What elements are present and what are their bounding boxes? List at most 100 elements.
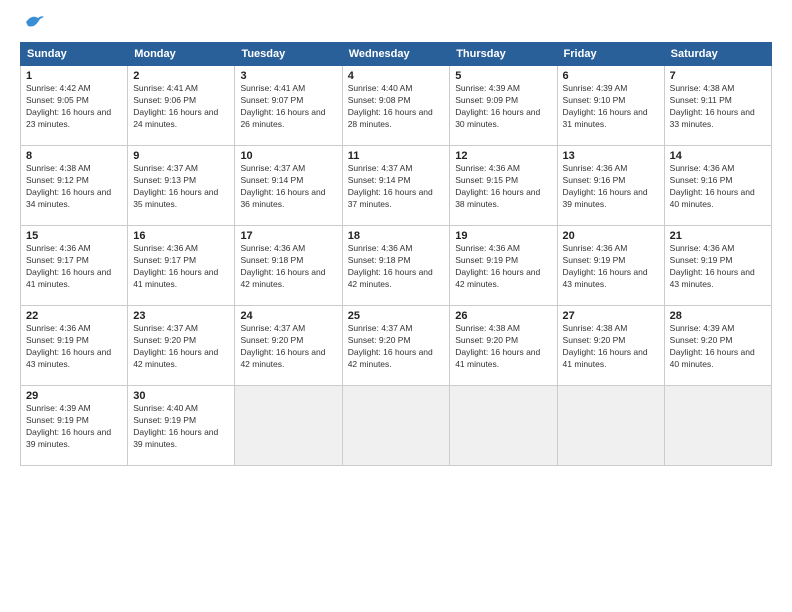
day-info: Sunrise: 4:36 AMSunset: 9:16 PMDaylight:… (563, 163, 648, 209)
calendar-cell: 19Sunrise: 4:36 AMSunset: 9:19 PMDayligh… (450, 226, 557, 306)
day-number: 26 (455, 310, 551, 322)
calendar-cell: 9Sunrise: 4:37 AMSunset: 9:13 PMDaylight… (128, 146, 235, 226)
day-info: Sunrise: 4:38 AMSunset: 9:12 PMDaylight:… (26, 163, 111, 209)
calendar-cell: 21Sunrise: 4:36 AMSunset: 9:19 PMDayligh… (664, 226, 771, 306)
day-info: Sunrise: 4:37 AMSunset: 9:20 PMDaylight:… (133, 323, 218, 369)
calendar-week-2: 15Sunrise: 4:36 AMSunset: 9:17 PMDayligh… (21, 226, 772, 306)
day-info: Sunrise: 4:36 AMSunset: 9:18 PMDaylight:… (348, 243, 433, 289)
calendar-table: SundayMondayTuesdayWednesdayThursdayFrid… (20, 42, 772, 466)
day-number: 7 (670, 70, 766, 82)
day-info: Sunrise: 4:39 AMSunset: 9:19 PMDaylight:… (26, 403, 111, 449)
calendar-cell: 23Sunrise: 4:37 AMSunset: 9:20 PMDayligh… (128, 306, 235, 386)
day-info: Sunrise: 4:36 AMSunset: 9:16 PMDaylight:… (670, 163, 755, 209)
calendar-cell: 3Sunrise: 4:41 AMSunset: 9:07 PMDaylight… (235, 66, 342, 146)
header (20, 16, 772, 32)
day-number: 16 (133, 230, 229, 242)
day-number: 20 (563, 230, 659, 242)
day-number: 15 (26, 230, 122, 242)
calendar-cell (557, 386, 664, 466)
day-number: 12 (455, 150, 551, 162)
calendar-header-row: SundayMondayTuesdayWednesdayThursdayFrid… (21, 43, 772, 66)
calendar-week-4: 29Sunrise: 4:39 AMSunset: 9:19 PMDayligh… (21, 386, 772, 466)
calendar-header-sunday: Sunday (21, 43, 128, 66)
day-info: Sunrise: 4:36 AMSunset: 9:18 PMDaylight:… (240, 243, 325, 289)
calendar-cell: 17Sunrise: 4:36 AMSunset: 9:18 PMDayligh… (235, 226, 342, 306)
calendar-header-friday: Friday (557, 43, 664, 66)
calendar-cell: 1Sunrise: 4:42 AMSunset: 9:05 PMDaylight… (21, 66, 128, 146)
day-number: 9 (133, 150, 229, 162)
day-number: 25 (348, 310, 445, 322)
day-number: 3 (240, 70, 336, 82)
calendar-cell: 22Sunrise: 4:36 AMSunset: 9:19 PMDayligh… (21, 306, 128, 386)
calendar-cell: 6Sunrise: 4:39 AMSunset: 9:10 PMDaylight… (557, 66, 664, 146)
calendar-cell: 10Sunrise: 4:37 AMSunset: 9:14 PMDayligh… (235, 146, 342, 226)
day-info: Sunrise: 4:39 AMSunset: 9:10 PMDaylight:… (563, 83, 648, 129)
calendar-cell (664, 386, 771, 466)
day-info: Sunrise: 4:37 AMSunset: 9:20 PMDaylight:… (348, 323, 433, 369)
day-number: 11 (348, 150, 445, 162)
day-info: Sunrise: 4:39 AMSunset: 9:09 PMDaylight:… (455, 83, 540, 129)
page: SundayMondayTuesdayWednesdayThursdayFrid… (0, 0, 792, 612)
calendar-header-monday: Monday (128, 43, 235, 66)
day-info: Sunrise: 4:41 AMSunset: 9:07 PMDaylight:… (240, 83, 325, 129)
calendar-cell: 12Sunrise: 4:36 AMSunset: 9:15 PMDayligh… (450, 146, 557, 226)
calendar-cell: 28Sunrise: 4:39 AMSunset: 9:20 PMDayligh… (664, 306, 771, 386)
calendar-cell: 8Sunrise: 4:38 AMSunset: 9:12 PMDaylight… (21, 146, 128, 226)
day-info: Sunrise: 4:36 AMSunset: 9:17 PMDaylight:… (133, 243, 218, 289)
day-info: Sunrise: 4:36 AMSunset: 9:19 PMDaylight:… (455, 243, 540, 289)
calendar-cell: 16Sunrise: 4:36 AMSunset: 9:17 PMDayligh… (128, 226, 235, 306)
day-number: 8 (26, 150, 122, 162)
day-info: Sunrise: 4:41 AMSunset: 9:06 PMDaylight:… (133, 83, 218, 129)
day-number: 5 (455, 70, 551, 82)
calendar-cell: 14Sunrise: 4:36 AMSunset: 9:16 PMDayligh… (664, 146, 771, 226)
day-number: 24 (240, 310, 336, 322)
calendar-header-saturday: Saturday (664, 43, 771, 66)
day-number: 1 (26, 70, 122, 82)
day-info: Sunrise: 4:36 AMSunset: 9:19 PMDaylight:… (670, 243, 755, 289)
day-number: 13 (563, 150, 659, 162)
calendar-cell: 25Sunrise: 4:37 AMSunset: 9:20 PMDayligh… (342, 306, 450, 386)
day-info: Sunrise: 4:37 AMSunset: 9:20 PMDaylight:… (240, 323, 325, 369)
calendar-cell (235, 386, 342, 466)
day-info: Sunrise: 4:37 AMSunset: 9:13 PMDaylight:… (133, 163, 218, 209)
day-info: Sunrise: 4:38 AMSunset: 9:11 PMDaylight:… (670, 83, 755, 129)
calendar-cell: 11Sunrise: 4:37 AMSunset: 9:14 PMDayligh… (342, 146, 450, 226)
day-number: 22 (26, 310, 122, 322)
logo-bird-icon (24, 12, 46, 32)
calendar-cell: 2Sunrise: 4:41 AMSunset: 9:06 PMDaylight… (128, 66, 235, 146)
day-info: Sunrise: 4:37 AMSunset: 9:14 PMDaylight:… (348, 163, 433, 209)
calendar-cell: 15Sunrise: 4:36 AMSunset: 9:17 PMDayligh… (21, 226, 128, 306)
day-info: Sunrise: 4:37 AMSunset: 9:14 PMDaylight:… (240, 163, 325, 209)
logo (20, 16, 46, 32)
day-number: 19 (455, 230, 551, 242)
calendar-cell: 7Sunrise: 4:38 AMSunset: 9:11 PMDaylight… (664, 66, 771, 146)
day-info: Sunrise: 4:40 AMSunset: 9:08 PMDaylight:… (348, 83, 433, 129)
day-info: Sunrise: 4:39 AMSunset: 9:20 PMDaylight:… (670, 323, 755, 369)
calendar-cell: 26Sunrise: 4:38 AMSunset: 9:20 PMDayligh… (450, 306, 557, 386)
calendar-header-tuesday: Tuesday (235, 43, 342, 66)
day-info: Sunrise: 4:40 AMSunset: 9:19 PMDaylight:… (133, 403, 218, 449)
calendar-week-1: 8Sunrise: 4:38 AMSunset: 9:12 PMDaylight… (21, 146, 772, 226)
day-number: 30 (133, 390, 229, 402)
day-number: 27 (563, 310, 659, 322)
day-number: 18 (348, 230, 445, 242)
calendar-cell: 4Sunrise: 4:40 AMSunset: 9:08 PMDaylight… (342, 66, 450, 146)
calendar-week-0: 1Sunrise: 4:42 AMSunset: 9:05 PMDaylight… (21, 66, 772, 146)
day-info: Sunrise: 4:36 AMSunset: 9:19 PMDaylight:… (563, 243, 648, 289)
calendar-cell: 30Sunrise: 4:40 AMSunset: 9:19 PMDayligh… (128, 386, 235, 466)
calendar-cell: 5Sunrise: 4:39 AMSunset: 9:09 PMDaylight… (450, 66, 557, 146)
calendar-header-thursday: Thursday (450, 43, 557, 66)
day-info: Sunrise: 4:42 AMSunset: 9:05 PMDaylight:… (26, 83, 111, 129)
calendar-cell: 27Sunrise: 4:38 AMSunset: 9:20 PMDayligh… (557, 306, 664, 386)
day-number: 4 (348, 70, 445, 82)
day-number: 17 (240, 230, 336, 242)
day-info: Sunrise: 4:36 AMSunset: 9:17 PMDaylight:… (26, 243, 111, 289)
day-number: 10 (240, 150, 336, 162)
day-number: 14 (670, 150, 766, 162)
calendar-cell (450, 386, 557, 466)
day-info: Sunrise: 4:36 AMSunset: 9:15 PMDaylight:… (455, 163, 540, 209)
calendar-cell: 20Sunrise: 4:36 AMSunset: 9:19 PMDayligh… (557, 226, 664, 306)
day-number: 28 (670, 310, 766, 322)
calendar-cell: 24Sunrise: 4:37 AMSunset: 9:20 PMDayligh… (235, 306, 342, 386)
day-info: Sunrise: 4:38 AMSunset: 9:20 PMDaylight:… (455, 323, 540, 369)
